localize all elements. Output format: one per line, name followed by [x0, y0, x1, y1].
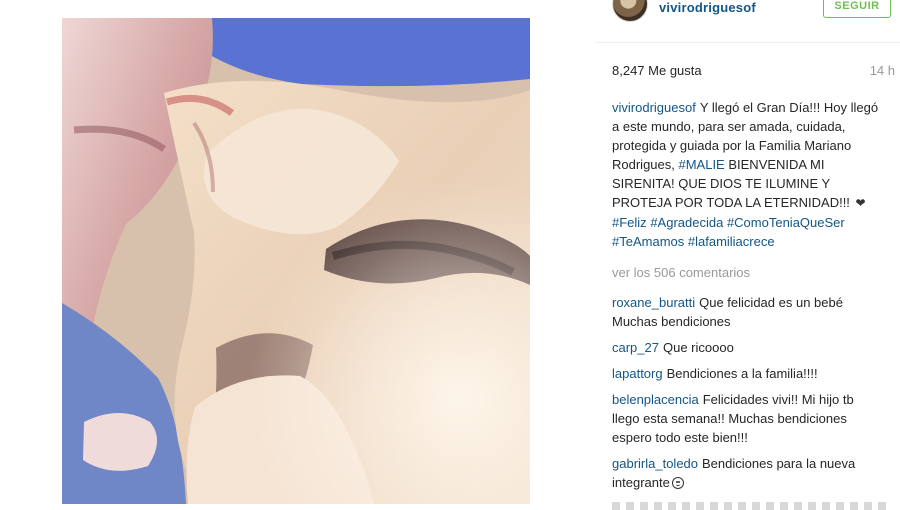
comments-section: vivirodriguesof Y llegó el Gran Día!!! Ho…: [612, 98, 882, 499]
clipped-next-comment: [612, 502, 892, 510]
hashtag-lafamiliacrece[interactable]: #lafamiliacrece: [688, 234, 775, 249]
hashtag-comoteniaqueser[interactable]: #ComoTeniaQueSer: [727, 215, 845, 230]
profile-avatar[interactable]: [612, 0, 648, 22]
comment-item: carp_27 Que ricoooo: [612, 338, 882, 357]
post-sidebar: vivirodriguesof SEGUIR 8,247 Me gusta 14…: [596, 0, 900, 510]
hashtag-malie[interactable]: #MALIE: [678, 157, 724, 172]
comment-item: roxane_buratti Que felicidad es un bebé M…: [612, 293, 882, 331]
post-username[interactable]: vivirodriguesof: [659, 0, 756, 15]
hashtag-feliz[interactable]: #Feliz: [612, 215, 647, 230]
comment-username[interactable]: belenplacencia: [612, 392, 699, 407]
comment-username[interactable]: lapattorg: [612, 366, 663, 381]
post-time[interactable]: 14 h: [870, 63, 895, 78]
view-comments-link[interactable]: ver los 506 comentarios: [612, 263, 882, 282]
comment-username[interactable]: carp_27: [612, 340, 659, 355]
newborn-and-mother-photo: [62, 18, 530, 504]
comment-text: Que ricoooo: [662, 340, 734, 355]
follow-button[interactable]: SEGUIR: [823, 0, 891, 18]
post-header: vivirodriguesof SEGUIR: [596, 0, 900, 43]
smile-emoji-icon: [671, 477, 684, 489]
post-photo[interactable]: [62, 18, 530, 504]
comment-item: lapattorg Bendiciones a la familia!!!!: [612, 364, 882, 383]
smile-mouth: [675, 483, 680, 486]
comment-username[interactable]: roxane_buratti: [612, 295, 695, 310]
hashtag-teamamos[interactable]: #TeAmamos: [612, 234, 684, 249]
hashtag-agradecida[interactable]: #Agradecida: [650, 215, 723, 230]
instagram-post-page: vivirodriguesof SEGUIR 8,247 Me gusta 14…: [0, 0, 900, 510]
post-meta: 8,247 Me gusta 14 h: [612, 63, 895, 81]
heart-icon: ❤: [855, 196, 866, 210]
comment-username[interactable]: gabrirla_toledo: [612, 456, 698, 471]
likes-count[interactable]: 8,247 Me gusta: [612, 63, 702, 78]
caption-username[interactable]: vivirodriguesof: [612, 100, 696, 115]
comment-text: Bendiciones a la familia!!!!: [666, 366, 818, 381]
comment-item: gabrirla_toledo Bendiciones para la nueva…: [612, 454, 882, 492]
comment-item: belenplacencia Felicidades vivi!! Mi hijo…: [612, 390, 882, 447]
post-caption: vivirodriguesof Y llegó el Gran Día!!! Ho…: [612, 98, 882, 251]
